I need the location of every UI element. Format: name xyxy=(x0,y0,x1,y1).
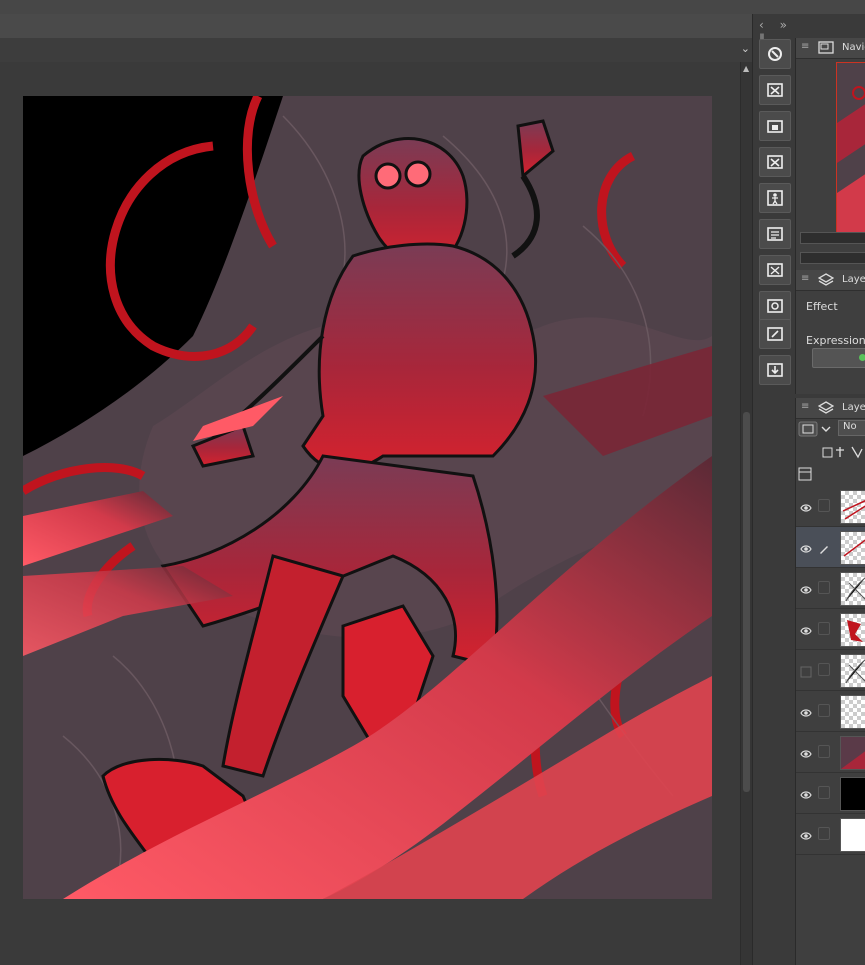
import-icon[interactable] xyxy=(759,355,791,385)
layer-thumbnail xyxy=(840,654,865,688)
export-icon[interactable] xyxy=(759,291,791,321)
eye-icon[interactable] xyxy=(800,745,812,758)
layer-row[interactable] xyxy=(796,814,865,855)
layer-row[interactable] xyxy=(796,650,865,691)
reference-icon[interactable] xyxy=(759,319,791,349)
eye-icon[interactable] xyxy=(800,581,812,594)
zoom-slider[interactable] xyxy=(800,232,865,244)
navigator-preview[interactable] xyxy=(836,62,865,240)
layer-thumbnail xyxy=(840,572,865,606)
layer-lock-checkbox[interactable] xyxy=(818,745,830,758)
delete-selection-icon[interactable] xyxy=(759,147,791,177)
navigator-title: Navig xyxy=(842,42,865,53)
layer-thumbnail xyxy=(840,613,865,647)
chevron-down-icon[interactable]: ⌄ xyxy=(741,42,750,55)
layer-row[interactable] xyxy=(796,568,865,609)
color-dot-icon xyxy=(859,354,865,361)
clear-layer-icon[interactable] xyxy=(759,75,791,105)
eye-icon[interactable] xyxy=(800,540,812,553)
layer-thumbnail xyxy=(840,490,865,524)
layer-mask-icon[interactable] xyxy=(798,420,832,442)
layer-thumbnail xyxy=(840,531,865,565)
layer-row[interactable] xyxy=(796,527,865,568)
menu-grip-icon[interactable]: ≡ xyxy=(801,41,809,52)
scroll-thumb[interactable] xyxy=(743,412,750,792)
scroll-up-icon[interactable]: ▲ xyxy=(743,64,749,73)
effect-label: Effect xyxy=(806,300,838,313)
expression-color-label: Expression c xyxy=(806,334,865,347)
navigator-panel: ≡ Navig xyxy=(795,38,865,270)
layer-lock-checkbox[interactable] xyxy=(818,581,830,594)
layer-thumbnail xyxy=(840,736,865,770)
layer-lock-checkbox[interactable] xyxy=(818,622,830,635)
rotate-reset-icon[interactable] xyxy=(759,39,791,69)
eye-icon[interactable] xyxy=(800,622,812,635)
eye-icon[interactable] xyxy=(800,704,812,717)
lock-icon[interactable] xyxy=(759,111,791,141)
blend-mode-select[interactable]: No xyxy=(838,420,865,436)
figure-icon[interactable] xyxy=(759,183,791,213)
layers-panel-header[interactable]: ≡ Layer xyxy=(796,398,865,419)
layer-lock-checkbox[interactable] xyxy=(818,827,830,840)
layer-thumbnail xyxy=(840,818,865,852)
layer-row[interactable] xyxy=(796,773,865,814)
expression-color-select[interactable] xyxy=(812,348,865,368)
layer-toolbar: No xyxy=(796,418,865,440)
navigator-icon xyxy=(818,41,834,57)
layer-actions-icon[interactable] xyxy=(822,444,865,463)
layer-row[interactable] xyxy=(796,691,865,732)
layer-list-icon[interactable] xyxy=(798,466,812,485)
app-top-bar xyxy=(0,0,865,14)
layer-row[interactable] xyxy=(796,609,865,650)
layer-property-header[interactable]: ≡ Layer xyxy=(796,270,865,291)
eye-icon[interactable] xyxy=(800,663,812,678)
rotate-slider[interactable] xyxy=(800,252,865,264)
canvas-tab-strip xyxy=(0,14,752,38)
eye-icon[interactable] xyxy=(800,827,812,840)
layer-lock-checkbox[interactable] xyxy=(818,704,830,717)
artwork-canvas[interactable] xyxy=(23,96,712,899)
layer-lock-checkbox[interactable] xyxy=(818,499,830,512)
canvas-command-bar: ⌄ xyxy=(0,38,752,63)
fit-screen-icon[interactable] xyxy=(759,255,791,285)
menu-grip-icon[interactable]: ≡ xyxy=(801,401,809,412)
pencil-icon[interactable] xyxy=(818,540,828,554)
layer-property-panel: ≡ Layer Effect Expression c xyxy=(795,270,865,394)
canvas-command-column: ‹ » ‖ xyxy=(752,14,795,965)
layer-row[interactable] xyxy=(796,732,865,773)
layers-title: Layer xyxy=(842,402,865,413)
layers-icon xyxy=(817,401,835,418)
menu-grip-icon[interactable]: ≡ xyxy=(801,273,809,284)
transform-icon[interactable] xyxy=(759,219,791,249)
navigator-panel-header[interactable]: ≡ Navig xyxy=(796,38,865,59)
layer-property-title: Layer xyxy=(842,274,865,285)
layer-thumbnail xyxy=(840,777,865,811)
eye-icon[interactable] xyxy=(800,499,812,512)
layer-property-icon xyxy=(817,273,835,290)
layer-row[interactable] xyxy=(796,486,865,527)
layer-thumbnail xyxy=(840,695,865,729)
layers-panel: ≡ Layer No xyxy=(795,398,865,965)
layer-lock-checkbox[interactable] xyxy=(818,786,830,799)
layer-lock-checkbox[interactable] xyxy=(818,663,830,676)
eye-icon[interactable] xyxy=(800,786,812,799)
